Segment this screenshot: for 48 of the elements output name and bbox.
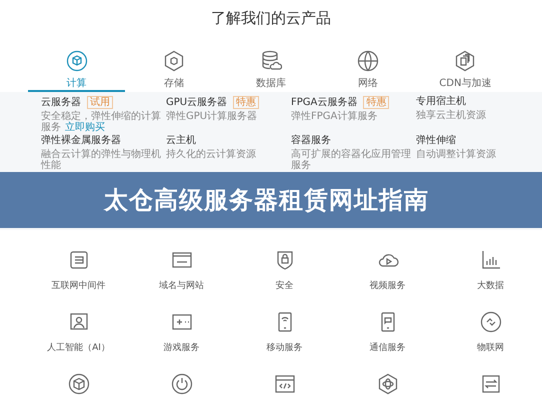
document-icon bbox=[68, 249, 90, 271]
category-tab[interactable]: 网络 bbox=[320, 40, 417, 92]
category-label[interactable]: 安全 bbox=[276, 279, 294, 292]
category-tab[interactable]: CDN与加速 bbox=[416, 40, 514, 92]
product-description: 弹性GPU计算服务器 bbox=[166, 111, 258, 122]
category-label[interactable]: 视频服务 bbox=[370, 279, 406, 292]
product-description: 持久化的云计算资源 bbox=[166, 149, 256, 160]
product-tag: 特惠 bbox=[363, 96, 390, 109]
globe-icon bbox=[357, 50, 380, 72]
section-title: 了解我们的云产品 bbox=[211, 9, 331, 27]
category-label[interactable]: 域名与网站 bbox=[159, 279, 204, 292]
product-description: 融合云计算的弹性与物理机性能 bbox=[41, 149, 161, 171]
product-tag: 试用 bbox=[87, 96, 113, 109]
product-description: 独享云主机资源 bbox=[416, 110, 486, 121]
product-description: 自动调整计算资源 bbox=[416, 149, 496, 160]
power-circle-icon bbox=[170, 373, 192, 395]
hexagon-icon bbox=[454, 50, 476, 72]
transfer-icon bbox=[480, 373, 502, 395]
product-name[interactable]: 弹性裸金属服务器 bbox=[41, 135, 121, 147]
product-name[interactable]: 云服务器 bbox=[41, 96, 81, 108]
banner-title: 太仓高级服务器租赁网址指南 bbox=[104, 185, 429, 216]
category-label[interactable]: 互联网中间件 bbox=[52, 279, 106, 292]
product-name[interactable]: 专用宿主机 bbox=[416, 96, 466, 108]
category-label[interactable]: 人工智能（AI） bbox=[47, 341, 110, 354]
atom-hexagon-icon bbox=[376, 373, 398, 395]
product-name[interactable]: 容器服务 bbox=[291, 135, 331, 147]
link-circle-icon bbox=[480, 311, 502, 333]
cube-circle-icon bbox=[68, 373, 90, 395]
cube-icon bbox=[66, 50, 88, 72]
code-window-icon bbox=[274, 373, 296, 395]
category-tab[interactable]: 存储 bbox=[125, 40, 222, 92]
product-description: 高可扩展的容器化应用管理服务 bbox=[291, 149, 411, 171]
category-label[interactable]: 游戏服务 bbox=[164, 341, 200, 354]
product-description: 安全稳定，弹性伸缩的计算服务 立即购买 bbox=[41, 111, 161, 133]
category-tab[interactable]: 数据库 bbox=[222, 40, 320, 92]
database-icon bbox=[260, 50, 282, 72]
category-label[interactable]: 移动服务 bbox=[266, 341, 302, 354]
product-tag: 特惠 bbox=[233, 96, 260, 109]
product-name[interactable]: GPU云服务器 bbox=[166, 96, 228, 108]
category-label[interactable]: 大数据 bbox=[477, 279, 504, 292]
category-label[interactable]: 通信服务 bbox=[370, 341, 406, 354]
category-label[interactable]: 物联网 bbox=[477, 341, 504, 354]
product-name[interactable]: 弹性伸缩 bbox=[416, 135, 456, 147]
product-description: 弹性FPGA计算服务 bbox=[291, 111, 378, 122]
cube-icon bbox=[162, 50, 185, 72]
product-name[interactable]: 云主机 bbox=[166, 135, 196, 147]
product-name[interactable]: FPGA云服务器 bbox=[291, 96, 358, 108]
bar-chart-icon bbox=[480, 249, 502, 271]
